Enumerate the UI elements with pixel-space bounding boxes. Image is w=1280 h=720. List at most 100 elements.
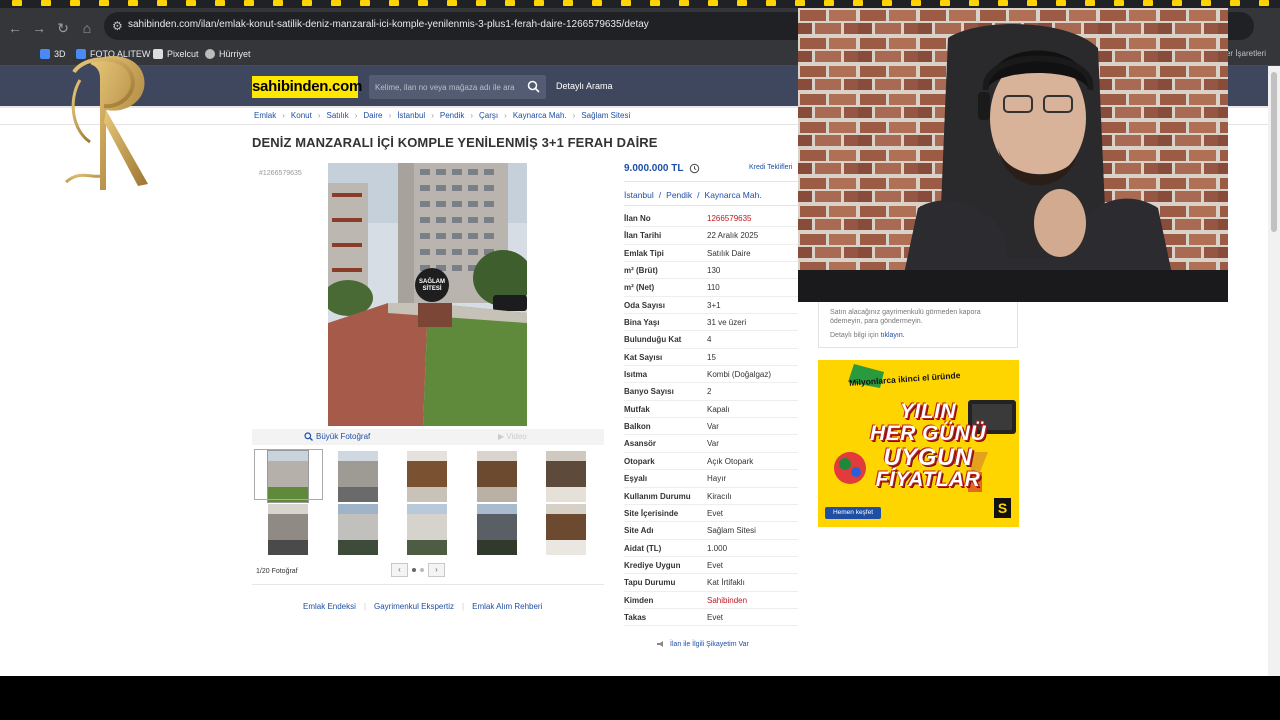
- photo-thumbnail[interactable]: [337, 451, 378, 502]
- pager-dot[interactable]: [420, 568, 424, 572]
- bookmark-pixelcut[interactable]: Pixelcut: [153, 49, 199, 59]
- more-info-link[interactable]: tıklayın.: [881, 332, 905, 339]
- tab-favicon-icon[interactable]: [476, 0, 486, 6]
- detail-value: Açık Otopark: [707, 456, 754, 466]
- scrollbar-thumb[interactable]: [1271, 72, 1277, 232]
- footer-link-ekspertiz[interactable]: Gayrimenkul Ekspertiz: [374, 602, 454, 611]
- breadcrumb-item[interactable]: Pendik: [440, 111, 464, 120]
- photo-thumbnail[interactable]: [546, 504, 586, 555]
- tab-favicon-icon[interactable]: [969, 0, 979, 6]
- tab-favicon-icon[interactable]: [911, 0, 921, 6]
- tab-favicon-icon[interactable]: [360, 0, 370, 6]
- breadcrumb-item[interactable]: Daire: [363, 111, 382, 120]
- tab-favicon-icon[interactable]: [447, 0, 457, 6]
- next-page-button[interactable]: ›: [428, 563, 445, 577]
- breadcrumb-item[interactable]: Satılık: [326, 111, 348, 120]
- photo-thumbnail[interactable]: [337, 504, 378, 555]
- photo-thumbnail[interactable]: [407, 504, 447, 555]
- tab-favicon-icon[interactable]: [128, 0, 138, 6]
- reload-icon[interactable]: ↻: [56, 21, 70, 35]
- tab-favicon-icon[interactable]: [563, 0, 573, 6]
- photo-thumbnail[interactable]: [268, 504, 308, 555]
- tab-favicon-icon[interactable]: [41, 0, 51, 6]
- tab-favicon-icon[interactable]: [186, 0, 196, 6]
- tab-favicon-icon[interactable]: [650, 0, 660, 6]
- browser-tab-strip[interactable]: [0, 0, 1280, 8]
- location-neighborhood[interactable]: Kaynarca Mah.: [705, 190, 762, 200]
- tab-favicon-icon[interactable]: [766, 0, 776, 6]
- promo-banner[interactable]: Milyonlarca ikinci el üründe YILIN HER G…: [818, 360, 1019, 527]
- prev-page-button[interactable]: ‹: [391, 563, 408, 577]
- breadcrumb-item[interactable]: Konut: [291, 111, 312, 120]
- complaint-link[interactable]: İlan ile İlgili Şikayetim Var: [656, 640, 749, 648]
- tab-favicon-icon[interactable]: [795, 0, 805, 6]
- bookmark-hurriyet[interactable]: Hürriyet: [205, 49, 251, 59]
- location-district[interactable]: Pendik: [666, 190, 692, 200]
- tab-favicon-icon[interactable]: [1027, 0, 1037, 6]
- tab-favicon-icon[interactable]: [940, 0, 950, 6]
- site-logo[interactable]: sahibinden.com: [252, 76, 362, 98]
- tab-favicon-icon[interactable]: [708, 0, 718, 6]
- tab-favicon-icon[interactable]: [824, 0, 834, 6]
- photo-thumbnail[interactable]: [476, 451, 517, 502]
- tab-favicon-icon[interactable]: [331, 0, 341, 6]
- tab-favicon-icon[interactable]: [389, 0, 399, 6]
- pager-dot[interactable]: [412, 568, 416, 572]
- footer-link-endeks[interactable]: Emlak Endeksi: [303, 602, 356, 611]
- tab-favicon-icon[interactable]: [1172, 0, 1182, 6]
- location-city[interactable]: İstanbul: [624, 190, 654, 200]
- tab-favicon-icon[interactable]: [1259, 0, 1269, 6]
- price-history-icon[interactable]: [689, 163, 700, 174]
- detailed-search-link[interactable]: Detaylı Arama: [556, 81, 613, 91]
- footer-link-rehber[interactable]: Emlak Alım Rehberi: [472, 602, 542, 611]
- big-photo-button[interactable]: Büyük Fotoğraf: [304, 432, 370, 441]
- breadcrumb-item[interactable]: İstanbul: [397, 111, 425, 120]
- tab-favicon-icon[interactable]: [505, 0, 515, 6]
- page-scrollbar[interactable]: [1268, 66, 1280, 676]
- all-bookmarks[interactable]: Yer İşaretleri: [1221, 49, 1266, 58]
- tab-favicon-icon[interactable]: [1230, 0, 1240, 6]
- forward-icon[interactable]: →: [32, 21, 46, 35]
- footer-links: Emlak Endeksi | Gayrimenkul Ekspertiz | Em…: [303, 602, 542, 611]
- credit-offers-link[interactable]: Kredi Teklifleri: [749, 164, 792, 171]
- breadcrumb-item[interactable]: Kaynarca Mah.: [513, 111, 567, 120]
- breadcrumb-item[interactable]: Çarşı: [479, 111, 498, 120]
- tab-favicon-icon[interactable]: [244, 0, 254, 6]
- tab-favicon-icon[interactable]: [534, 0, 544, 6]
- tab-favicon-icon[interactable]: [592, 0, 602, 6]
- photo-thumbnail[interactable]: [546, 451, 586, 502]
- tab-favicon-icon[interactable]: [99, 0, 109, 6]
- photo-thumbnail[interactable]: [407, 451, 447, 502]
- tab-favicon-icon[interactable]: [418, 0, 428, 6]
- tab-favicon-icon[interactable]: [998, 0, 1008, 6]
- tab-favicon-icon[interactable]: [1056, 0, 1066, 6]
- back-icon[interactable]: ←: [8, 21, 22, 35]
- breadcrumb-item[interactable]: Sağlam Sitesi: [581, 111, 630, 120]
- home-icon[interactable]: ⌂: [80, 21, 94, 35]
- tab-favicon-icon[interactable]: [1201, 0, 1211, 6]
- breadcrumb-item[interactable]: Emlak: [254, 111, 276, 120]
- tab-favicon-icon[interactable]: [157, 0, 167, 6]
- detail-label: Banyo Sayısı: [624, 387, 674, 397]
- tab-favicon-icon[interactable]: [737, 0, 747, 6]
- search-input[interactable]: [369, 75, 519, 99]
- banner-cta-button[interactable]: Hemen keşfet: [825, 507, 881, 519]
- main-photo[interactable]: SAĞLAM SİTESİ: [328, 163, 527, 426]
- tab-favicon-icon[interactable]: [12, 0, 22, 6]
- tab-favicon-icon[interactable]: [1143, 0, 1153, 6]
- site-info-icon[interactable]: ⚙: [112, 19, 126, 33]
- tab-favicon-icon[interactable]: [621, 0, 631, 6]
- tab-favicon-icon[interactable]: [215, 0, 225, 6]
- search-icon[interactable]: [527, 80, 540, 93]
- detail-value[interactable]: Sahibinden: [707, 596, 747, 605]
- tab-favicon-icon[interactable]: [1085, 0, 1095, 6]
- tab-favicon-icon[interactable]: [302, 0, 312, 6]
- tab-favicon-icon[interactable]: [853, 0, 863, 6]
- video-button[interactable]: ▶ Video: [498, 432, 527, 441]
- photo-thumbnail[interactable]: [476, 504, 517, 555]
- tab-favicon-icon[interactable]: [882, 0, 892, 6]
- tab-favicon-icon[interactable]: [1114, 0, 1124, 6]
- tab-favicon-icon[interactable]: [70, 0, 80, 6]
- tab-favicon-icon[interactable]: [679, 0, 689, 6]
- tab-favicon-icon[interactable]: [273, 0, 283, 6]
